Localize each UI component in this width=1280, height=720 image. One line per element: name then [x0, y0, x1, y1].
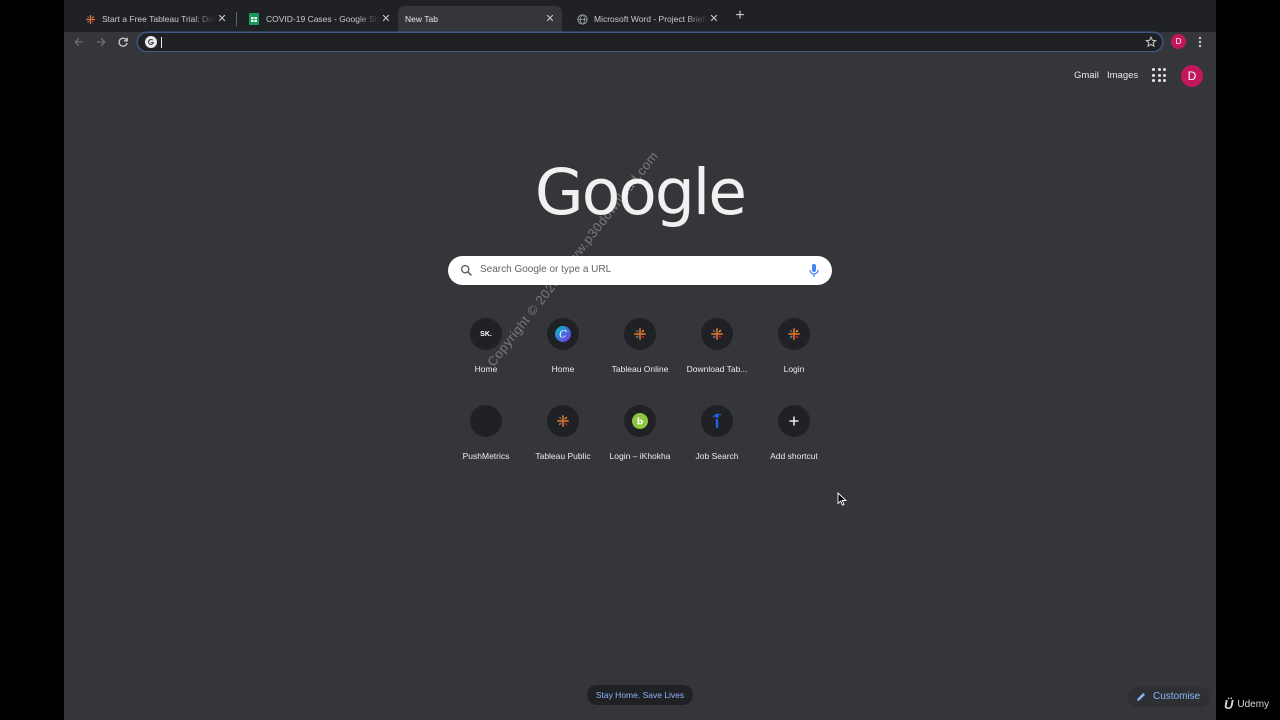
arrow-right-icon	[97, 37, 106, 47]
bookmark-button[interactable]	[1143, 34, 1159, 50]
shortcut-circle: C	[547, 318, 579, 350]
tableau-icon	[788, 328, 800, 340]
shortcut-label: Job Search	[695, 451, 739, 461]
close-icon[interactable]: ✕	[708, 13, 720, 25]
shortcut-login-ikhokha[interactable]: b Login – iKhokha	[602, 405, 678, 481]
customise-label: Customise	[1153, 691, 1201, 702]
arrow-left-icon	[74, 37, 83, 47]
shortcut-label: PushMetrics	[462, 451, 510, 461]
account-avatar[interactable]: D	[1181, 65, 1203, 87]
shortcut-tableau-public[interactable]: Tableau Public	[525, 405, 601, 481]
tab-new-tab[interactable]: New Tab ✕	[398, 6, 562, 32]
shortcut-label: Home	[474, 364, 498, 374]
close-icon[interactable]: ✕	[380, 13, 392, 25]
search-icon	[460, 264, 472, 276]
shortcut-circle	[778, 318, 810, 350]
text-cursor	[161, 37, 162, 48]
shortcut-circle	[624, 318, 656, 350]
shortcut-download-tableau[interactable]: Download Tab...	[679, 318, 755, 394]
tab-title: COVID-19 Cases - Google Sheets	[266, 14, 380, 24]
shortcut-login-tableau[interactable]: Login	[756, 318, 832, 394]
new-tab-page: Gmail Images D Google Search Google or t…	[64, 52, 1216, 720]
shortcut-label: Tableau Online	[611, 364, 669, 374]
back-button[interactable]	[71, 34, 87, 50]
shortcut-circle	[470, 405, 502, 437]
search-box[interactable]: Search Google or type a URL	[448, 256, 832, 285]
shortcut-label: Download Tab...	[686, 364, 748, 374]
toolbar: D	[64, 32, 1216, 52]
sk-icon: SK.	[480, 330, 492, 338]
forward-button[interactable]	[93, 34, 109, 50]
customise-button[interactable]: Customise	[1128, 687, 1211, 707]
tableau-icon	[711, 328, 723, 340]
star-icon	[1145, 36, 1157, 48]
shortcut-tableau-online[interactable]: Tableau Online	[602, 318, 678, 394]
reload-button[interactable]	[115, 34, 131, 50]
tab-covid-sheets[interactable]: COVID-19 Cases - Google Sheets ✕	[234, 6, 398, 32]
reload-icon	[118, 37, 128, 47]
udemy-watermark: Ü Udemy	[1224, 697, 1269, 712]
shortcut-circle: b	[624, 405, 656, 437]
ikhokha-icon: b	[632, 413, 648, 429]
microphone-icon[interactable]	[807, 263, 821, 278]
globe-icon	[576, 13, 588, 25]
canva-icon: C	[555, 326, 571, 342]
more-vert-icon	[1198, 36, 1202, 48]
shortcut-circle	[778, 405, 810, 437]
google-g-icon	[145, 36, 157, 48]
shortcut-home-canva[interactable]: C Home	[525, 318, 601, 394]
shortcut-label: Login	[783, 364, 805, 374]
shortcut-circle	[547, 405, 579, 437]
plus-icon	[789, 416, 799, 426]
browser-window: Start a Free Tableau Trial: Download ✕ C…	[64, 0, 1216, 720]
tab-title: New Tab	[405, 14, 438, 24]
indeed-icon	[712, 413, 722, 428]
menu-button[interactable]	[1194, 34, 1206, 50]
shortcut-pushmetrics[interactable]: PushMetrics	[448, 405, 524, 481]
tab-strip: Start a Free Tableau Trial: Download ✕ C…	[64, 0, 1216, 32]
tableau-icon	[634, 328, 646, 340]
close-icon[interactable]: ✕	[544, 13, 556, 25]
apps-grid-icon[interactable]	[1152, 68, 1166, 82]
new-tab-button[interactable]: +	[732, 8, 748, 24]
stay-home-promo-link[interactable]: Stay Home. Save Lives	[587, 685, 693, 705]
tab-title: Microsoft Word - Project Brief-G	[594, 14, 708, 24]
search-placeholder: Search Google or type a URL	[480, 264, 612, 275]
add-shortcut-button[interactable]: Add shortcut	[756, 405, 832, 481]
shortcut-label: Tableau Public	[535, 451, 591, 461]
shortcut-circle	[701, 405, 733, 437]
gmail-link[interactable]: Gmail	[1074, 70, 1099, 81]
shortcut-circle	[701, 318, 733, 350]
shortcut-label: Add shortcut	[770, 451, 818, 461]
close-icon[interactable]: ✕	[216, 13, 228, 25]
tableau-icon	[84, 13, 96, 25]
pencil-icon	[1137, 693, 1145, 701]
tab-title: Start a Free Tableau Trial: Download	[102, 14, 216, 24]
tab-tableau-trial[interactable]: Start a Free Tableau Trial: Download ✕	[70, 6, 234, 32]
udemy-logo-icon: Ü	[1224, 697, 1234, 712]
tableau-icon	[557, 415, 569, 427]
sheets-icon	[248, 13, 260, 25]
mouse-pointer-icon	[837, 492, 847, 506]
udemy-label: Udemy	[1237, 699, 1270, 710]
svg-text:b: b	[637, 418, 644, 428]
profile-avatar-button[interactable]: D	[1171, 34, 1186, 49]
images-link[interactable]: Images	[1107, 70, 1138, 81]
shortcut-label: Login – iKhokha	[609, 451, 671, 461]
shortcut-label: Home	[551, 364, 575, 374]
svg-text:C: C	[559, 330, 567, 341]
shortcut-job-search[interactable]: Job Search	[679, 405, 755, 481]
address-bar[interactable]	[138, 33, 1162, 51]
tab-word-brief[interactable]: Microsoft Word - Project Brief-G ✕	[562, 6, 726, 32]
